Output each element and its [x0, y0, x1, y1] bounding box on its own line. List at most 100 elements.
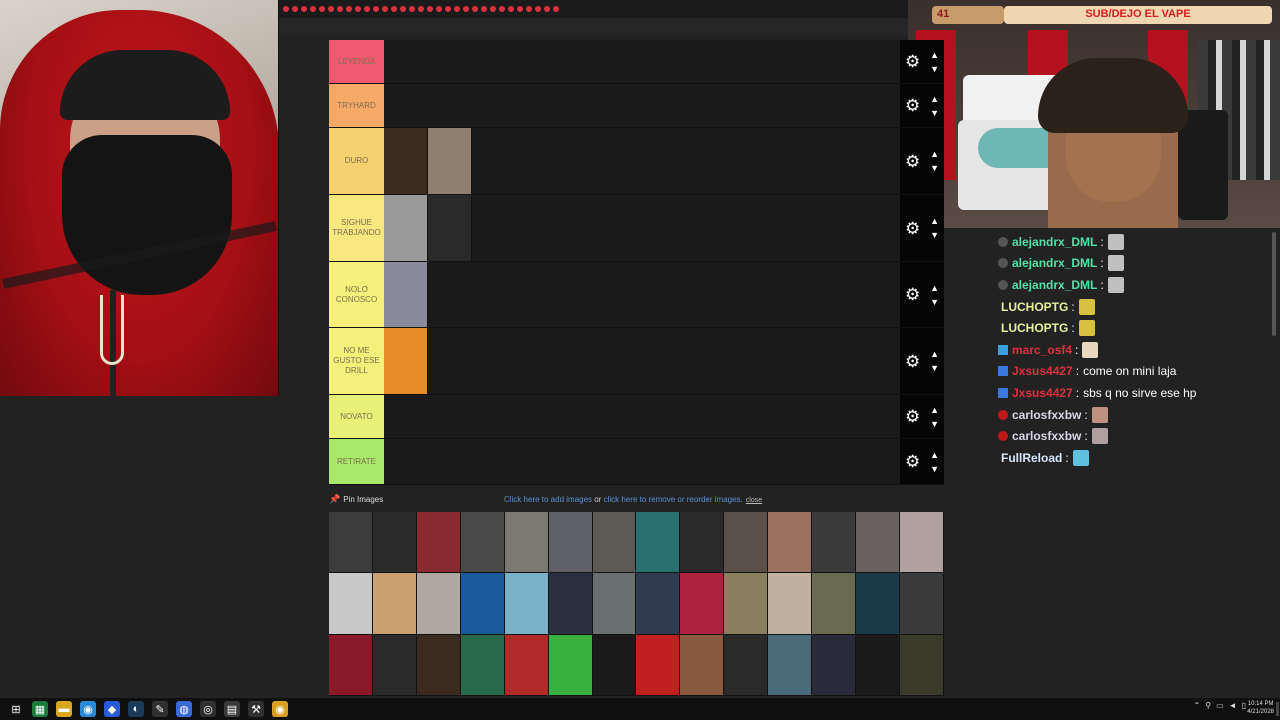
move-up-chevron-icon[interactable]: ▲ [930, 281, 939, 295]
pool-image[interactable] [416, 512, 461, 574]
tier-image[interactable] [384, 128, 428, 194]
tier-settings-gear-icon[interactable]: ⚙ [905, 286, 920, 303]
pool-image[interactable] [812, 634, 857, 696]
tier-dropzone[interactable] [384, 195, 900, 261]
pool-image[interactable] [900, 512, 944, 574]
browser-tab[interactable] [553, 6, 559, 12]
browser-tab[interactable] [283, 6, 289, 12]
pin-images-toggle[interactable]: 📌 Pin Images [329, 494, 383, 505]
tier-label[interactable]: NOVATO [329, 395, 384, 438]
tier-label[interactable]: NOLO CONOSCO [329, 262, 384, 327]
move-down-chevron-icon[interactable]: ▼ [930, 462, 939, 476]
pool-image[interactable] [592, 634, 637, 696]
pool-image[interactable] [768, 512, 813, 574]
browser-tab[interactable] [427, 6, 433, 12]
browser-tab[interactable] [508, 6, 514, 12]
pool-image[interactable] [416, 573, 461, 635]
pen-icon[interactable]: ✎ [152, 701, 168, 717]
browser-tab[interactable] [364, 6, 370, 12]
tier-dropzone[interactable] [384, 262, 900, 327]
move-up-chevron-icon[interactable]: ▲ [930, 347, 939, 361]
tier-image[interactable] [384, 328, 428, 394]
taskbar-clock[interactable]: 10:14 PM 4/21/2028 [1247, 700, 1274, 716]
move-down-chevron-icon[interactable]: ▼ [930, 361, 939, 375]
chrome-icon[interactable]: ◉ [80, 701, 96, 717]
tier-label[interactable]: DURO [329, 128, 384, 194]
move-up-chevron-icon[interactable]: ▲ [930, 48, 939, 62]
move-down-chevron-icon[interactable]: ▼ [930, 295, 939, 309]
pool-image[interactable] [372, 512, 417, 574]
move-down-chevron-icon[interactable]: ▼ [930, 161, 939, 175]
pool-image[interactable] [504, 634, 549, 696]
chat-username[interactable]: LUCHOPTG [1001, 300, 1068, 314]
pool-image[interactable] [372, 573, 417, 635]
pool-image[interactable] [856, 512, 901, 574]
tray-icon[interactable]: ▭ [1216, 701, 1224, 710]
tray-icon[interactable]: ◄ [1229, 701, 1237, 710]
tray-icon[interactable]: ▯ [1242, 701, 1246, 710]
spreadsheet-icon[interactable]: ▦ [32, 701, 48, 717]
chat-scrollbar[interactable] [1272, 232, 1276, 336]
browser-tab[interactable] [490, 6, 496, 12]
browser-tab[interactable] [445, 6, 451, 12]
calendar-icon[interactable]: ▤ [224, 701, 240, 717]
pool-image[interactable] [812, 573, 857, 635]
browser-tab[interactable] [418, 6, 424, 12]
move-up-chevron-icon[interactable]: ▲ [930, 448, 939, 462]
pool-image[interactable] [900, 634, 944, 696]
pool-image[interactable] [548, 634, 593, 696]
pool-image[interactable] [592, 573, 637, 635]
browser-tab[interactable] [481, 6, 487, 12]
chat-username[interactable]: marc_osf4 [1012, 343, 1072, 357]
tier-settings-gear-icon[interactable]: ⚙ [905, 153, 920, 170]
tier-settings-gear-icon[interactable]: ⚙ [905, 353, 920, 370]
add-images-link[interactable]: Click here to add images [504, 495, 592, 504]
chat-username[interactable]: carlosfxxbw [1012, 408, 1081, 422]
steam-icon[interactable]: ◐ [128, 701, 144, 717]
browser-tab[interactable] [346, 6, 352, 12]
chat-username[interactable]: FullReload [1001, 451, 1062, 465]
move-down-chevron-icon[interactable]: ▼ [930, 417, 939, 431]
pool-image[interactable] [680, 512, 725, 574]
browser-tab[interactable] [382, 6, 388, 12]
browser-tab[interactable] [526, 6, 532, 12]
tier-image[interactable] [384, 195, 428, 261]
pool-image[interactable] [724, 573, 769, 635]
tier-label[interactable]: NO ME GUSTO ESE DRILL [329, 328, 384, 394]
browser-tab[interactable] [436, 6, 442, 12]
windows-start-icon[interactable]: ⊞ [8, 701, 24, 717]
pool-image[interactable] [636, 573, 681, 635]
move-up-chevron-icon[interactable]: ▲ [930, 214, 939, 228]
chat-username[interactable]: carlosfxxbw [1012, 429, 1081, 443]
tier-label[interactable]: RETIRATE [329, 439, 384, 484]
browser-tab[interactable] [373, 6, 379, 12]
browser-tab[interactable] [400, 6, 406, 12]
tier-settings-gear-icon[interactable]: ⚙ [905, 97, 920, 114]
browser-tab[interactable] [472, 6, 478, 12]
move-down-chevron-icon[interactable]: ▼ [930, 106, 939, 120]
pool-image[interactable] [372, 634, 417, 696]
browser-tab[interactable] [409, 6, 415, 12]
obs-icon[interactable]: ◎ [200, 701, 216, 717]
pool-image[interactable] [636, 634, 681, 696]
browser-tab[interactable] [328, 6, 334, 12]
browser-tab[interactable] [463, 6, 469, 12]
chrome-alt-icon[interactable]: ◉ [272, 701, 288, 717]
browser-tab[interactable] [535, 6, 541, 12]
pool-image[interactable] [680, 573, 725, 635]
show-desktop-button[interactable] [1276, 702, 1279, 716]
pool-image[interactable] [416, 634, 461, 696]
pool-image[interactable] [548, 512, 593, 574]
browser-tab[interactable] [355, 6, 361, 12]
folder-icon[interactable]: ▬ [56, 701, 72, 717]
tray-icon[interactable]: ⚲ [1205, 701, 1211, 710]
tier-label[interactable]: SIGHUE TRABJANDO [329, 195, 384, 261]
pool-image[interactable] [680, 634, 725, 696]
tier-image[interactable] [384, 262, 428, 327]
browser-tab[interactable] [337, 6, 343, 12]
browser-tab[interactable] [319, 6, 325, 12]
pool-image[interactable] [724, 512, 769, 574]
pool-image[interactable] [329, 634, 373, 696]
pool-image[interactable] [768, 634, 813, 696]
move-up-chevron-icon[interactable]: ▲ [930, 92, 939, 106]
